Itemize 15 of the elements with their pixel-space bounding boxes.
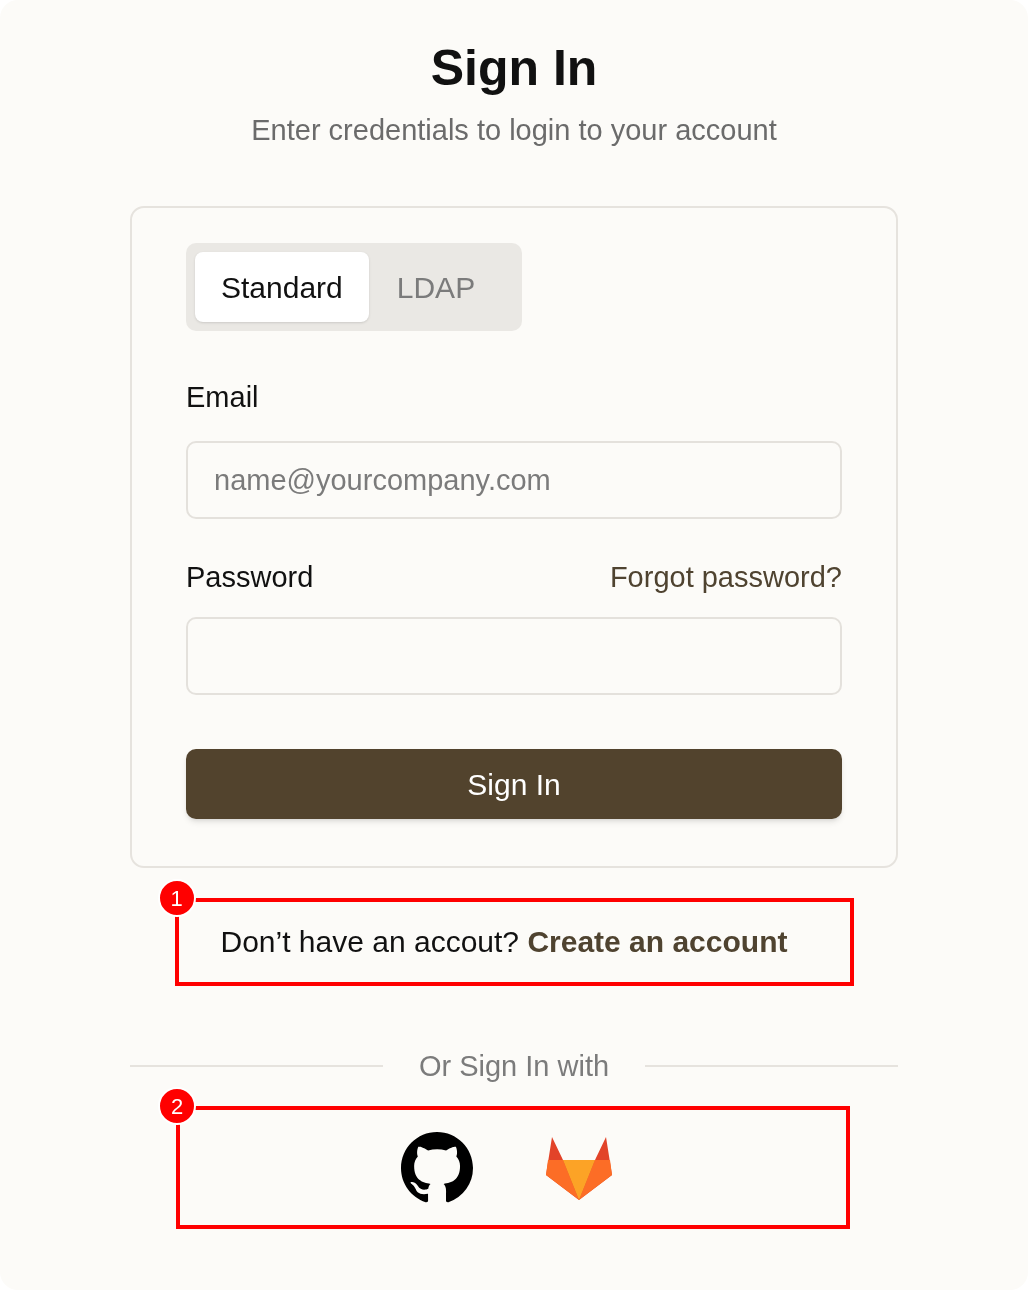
create-account-link[interactable]: Create an account xyxy=(527,925,788,958)
email-label: Email xyxy=(186,380,260,415)
signup-prompt: Don’t have an accout? Create an account xyxy=(220,924,788,960)
password-label: Password xyxy=(186,560,314,595)
divider-label: Or Sign In with xyxy=(417,1049,611,1084)
password-field[interactable] xyxy=(186,617,842,695)
annotation-badge: 1 xyxy=(157,879,196,917)
page-subtitle: Enter credentials to login to your account xyxy=(251,113,777,148)
annotation-badge: 2 xyxy=(158,1087,196,1125)
forgot-password-link[interactable]: Forgot password? xyxy=(609,557,842,597)
sign-in-button[interactable]: Sign In xyxy=(186,749,842,819)
page-title: Sign In xyxy=(430,39,598,98)
github-icon[interactable] xyxy=(401,1131,473,1204)
email-field[interactable]: name@yourcompany.com xyxy=(186,441,842,519)
tab[interactable]: Standard xyxy=(195,252,369,322)
